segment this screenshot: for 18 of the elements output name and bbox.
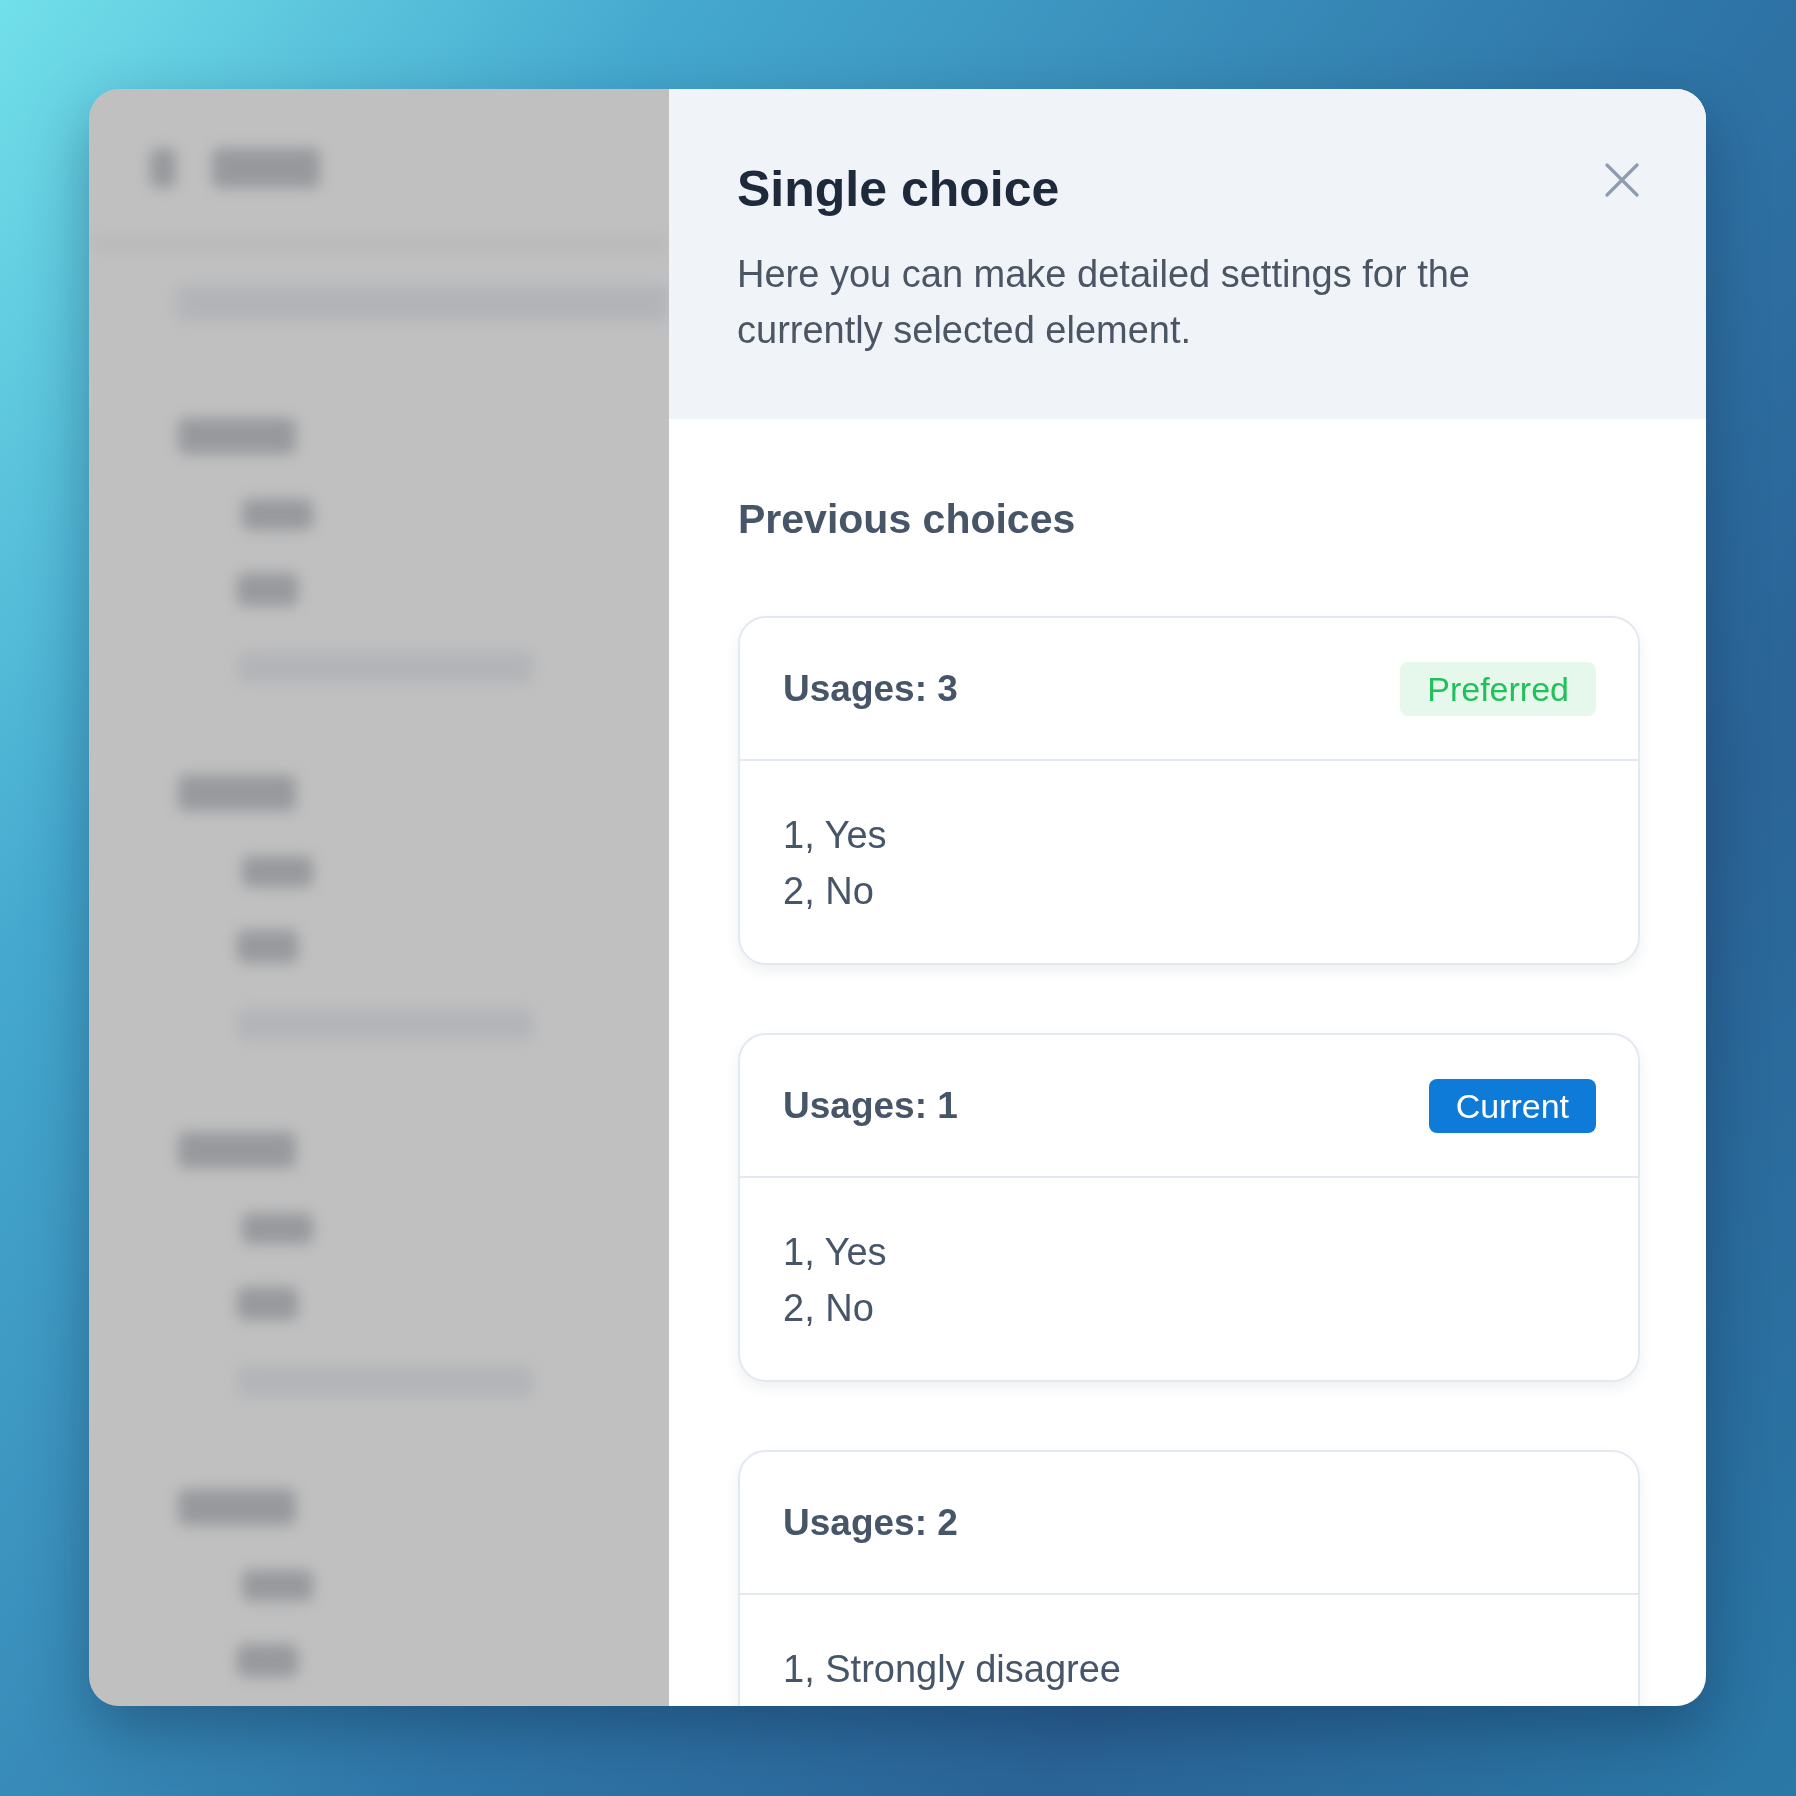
usage-count: Usages: 3 bbox=[783, 667, 958, 710]
option-text: 1, Yes bbox=[783, 813, 888, 858]
choice-card[interactable]: Usages: 3 Preferred 1, Yes 2, No bbox=[738, 616, 1640, 965]
usage-count: Usages: 2 bbox=[783, 1501, 958, 1544]
option-text: 1, Strongly disagree bbox=[783, 1647, 1122, 1692]
option-text: 2, No bbox=[783, 869, 875, 914]
close-button[interactable] bbox=[1605, 163, 1639, 197]
section-heading: Previous choices bbox=[738, 495, 1077, 544]
choice-card[interactable]: Usages: 1 Current 1, Yes 2, No bbox=[738, 1033, 1640, 1382]
option-text: 1, Yes bbox=[783, 1230, 888, 1275]
drawer-description: Here you can make detailed settings for the currently selected element. bbox=[737, 252, 1471, 353]
usage-count: Usages: 1 bbox=[783, 1084, 958, 1127]
status-badge: Current bbox=[1428, 1078, 1596, 1133]
choice-card[interactable]: Usages: 2 1, Strongly disagree bbox=[738, 1450, 1640, 1706]
option-text: 2, No bbox=[783, 1286, 875, 1331]
close-icon bbox=[1605, 163, 1639, 197]
status-badge: Preferred bbox=[1400, 661, 1596, 716]
drawer-title: Single choice bbox=[737, 160, 1060, 219]
